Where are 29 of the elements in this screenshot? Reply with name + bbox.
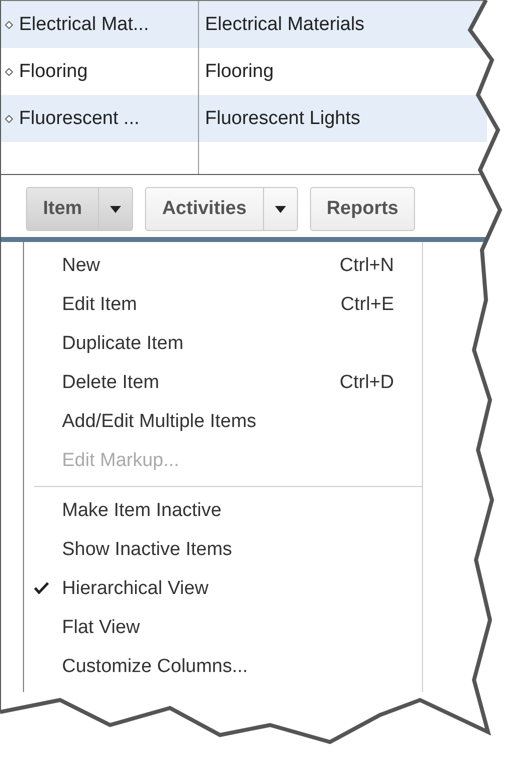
checkmark-icon <box>34 582 49 594</box>
table-cell-text: Flooring <box>204 60 275 84</box>
menu-item[interactable]: New Ctrl+N <box>34 246 422 285</box>
toolbar-button[interactable]: Item <box>27 188 98 230</box>
menu-item[interactable]: Add/Edit Multiple Items <box>34 402 422 441</box>
split-button[interactable]: Item <box>26 187 134 231</box>
diamond-icon <box>5 114 13 122</box>
menu-item[interactable]: Flat View <box>34 608 422 647</box>
table-cell-text: Fluorescent Lights <box>204 106 362 130</box>
menu-item[interactable]: Show Inactive Items <box>34 530 422 569</box>
caret-icon <box>274 206 286 212</box>
item-row[interactable]: Fluorescent ... Fluorescent Lights <box>1 95 487 142</box>
split-button[interactable]: Activities <box>145 187 298 231</box>
menu-item[interactable]: Delete Item Ctrl+D <box>34 363 422 402</box>
toolbar-button[interactable]: Activities <box>146 188 263 230</box>
toolbar-button[interactable]: Reports <box>310 188 414 230</box>
shortcut-label: Ctrl+E <box>340 294 394 316</box>
diamond-icon <box>5 20 13 28</box>
menu-item[interactable]: Make Item Inactive <box>34 491 422 530</box>
shortcut-label: Ctrl+N <box>340 254 394 276</box>
table-cell-text: Electrical Materials <box>204 12 366 36</box>
menu-item[interactable]: Duplicate Item <box>34 324 422 363</box>
shortcut-label: Ctrl+D <box>340 372 394 394</box>
menu-item[interactable]: Customize Columns... <box>34 647 422 686</box>
diamond-icon <box>5 68 13 76</box>
menu-item[interactable]: Hierarchical View <box>34 569 422 608</box>
table-cell: Fluorescent ... <box>1 95 199 142</box>
caret-icon <box>110 206 122 212</box>
menu-item[interactable]: Edit Item Ctrl+E <box>34 285 422 324</box>
